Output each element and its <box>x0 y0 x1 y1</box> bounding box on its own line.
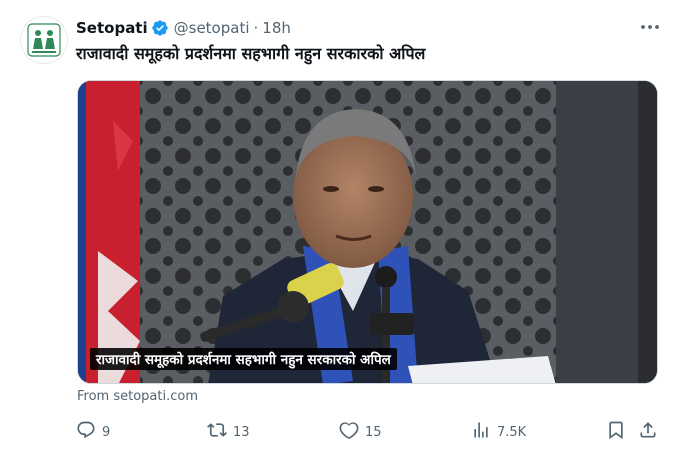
views-chart-icon <box>471 420 491 444</box>
press-conference-photo <box>78 81 657 383</box>
reply-icon <box>76 420 96 444</box>
separator-dot: · <box>253 19 259 37</box>
link-source[interactable]: From setopati.com <box>77 389 198 404</box>
retweet-count: 13 <box>233 424 250 440</box>
heart-icon <box>339 420 359 444</box>
bookmark-icon <box>606 420 626 444</box>
views-count: 7.5K <box>497 424 527 440</box>
like-button[interactable]: 15 <box>339 420 382 444</box>
reply-count: 9 <box>102 424 111 440</box>
tweet-timestamp[interactable]: 18h <box>262 19 291 37</box>
tweet-header: Setopati @setopati · 18h <box>76 17 291 39</box>
setopati-logo-icon <box>27 23 61 57</box>
action-bar: 9 13 15 7.5K <box>76 420 662 444</box>
retweet-button[interactable]: 13 <box>207 420 250 444</box>
verified-badge-icon <box>151 19 169 37</box>
reply-button[interactable]: 9 <box>76 420 110 444</box>
avatar[interactable] <box>20 16 68 64</box>
bookmark-button[interactable] <box>606 420 626 444</box>
share-icon <box>638 420 658 444</box>
tweet-text: राजावादी समूहको प्रदर्शनमा सहभागी नहुन स… <box>76 44 426 63</box>
share-button[interactable] <box>638 420 658 444</box>
views-button[interactable]: 7.5K <box>471 420 526 444</box>
more-options-icon[interactable] <box>638 18 662 36</box>
tweet-card[interactable]: Setopati @setopati · 18h राजावादी समूहको… <box>0 0 680 452</box>
author-name[interactable]: Setopati <box>76 19 148 37</box>
like-count: 15 <box>365 424 382 440</box>
author-handle[interactable]: @setopati <box>174 19 250 37</box>
tweet-media-photo[interactable]: राजावादी समूहको प्रदर्शनमा सहभागी नहुन स… <box>77 80 658 384</box>
retweet-icon <box>207 420 227 444</box>
media-caption: राजावादी समूहको प्रदर्शनमा सहभागी नहुन स… <box>90 348 397 370</box>
